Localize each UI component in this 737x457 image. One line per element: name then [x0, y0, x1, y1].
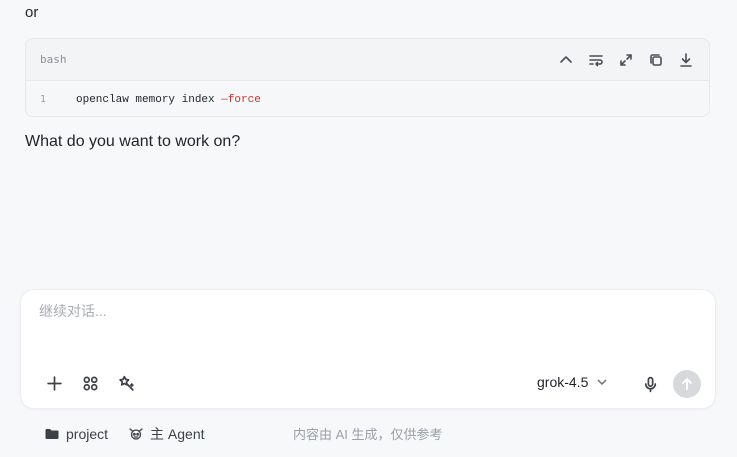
copy-icon	[650, 53, 662, 66]
ai-disclaimer: 内容由 AI 生成，仅供参考	[293, 427, 443, 442]
apps-button[interactable]	[81, 374, 99, 392]
agent-icon	[129, 428, 143, 440]
folder-icon	[45, 429, 59, 439]
chevron-down-icon	[597, 379, 607, 386]
expand-icon	[620, 53, 632, 66]
plus-icon	[46, 375, 62, 391]
code-content: 1 openclaw memory index —force	[26, 81, 709, 116]
code-line: openclaw memory index —force	[76, 94, 261, 106]
line-number: 1	[40, 94, 47, 105]
copy-button[interactable]	[647, 51, 665, 69]
code-command: openclaw memory index	[76, 93, 222, 106]
agent-selector[interactable]: 主 Agent	[128, 424, 205, 444]
code-toolbar	[557, 51, 695, 69]
microphone-icon	[644, 376, 656, 392]
project-selector[interactable]: project	[44, 426, 108, 442]
collapse-button[interactable]	[557, 51, 575, 69]
agent-label: 主 Agent	[150, 426, 205, 442]
magic-button[interactable]	[117, 374, 135, 392]
project-label: project	[66, 426, 109, 442]
model-name: grok-4.5	[537, 374, 589, 390]
grid-apps-icon	[82, 375, 98, 391]
model-selector[interactable]: grok-4.5	[537, 374, 608, 390]
code-block-header: bash	[26, 39, 709, 81]
message-text-or: or	[25, 4, 39, 21]
voice-input-button[interactable]	[641, 375, 659, 393]
add-attachment-button[interactable]	[45, 374, 63, 392]
send-button[interactable]	[673, 370, 701, 398]
code-block: bash 1 openclaw memory index —force	[25, 38, 710, 117]
chat-input[interactable]	[37, 302, 641, 320]
message-composer: grok-4.5	[20, 289, 716, 409]
chevron-up-icon	[560, 55, 572, 63]
magic-wand-icon	[118, 375, 134, 391]
code-language-label: bash	[40, 53, 67, 66]
download-button[interactable]	[677, 51, 695, 69]
assistant-question: What do you want to work on?	[25, 133, 241, 150]
wrap-lines-button[interactable]	[587, 51, 605, 69]
wrap-icon	[589, 54, 603, 66]
expand-button[interactable]	[617, 51, 635, 69]
composer-actions	[45, 374, 135, 392]
composer-footer: project 主 Agent	[44, 424, 225, 444]
code-flag: —force	[221, 93, 261, 106]
download-icon	[680, 52, 692, 67]
arrow-up-icon	[682, 378, 692, 390]
